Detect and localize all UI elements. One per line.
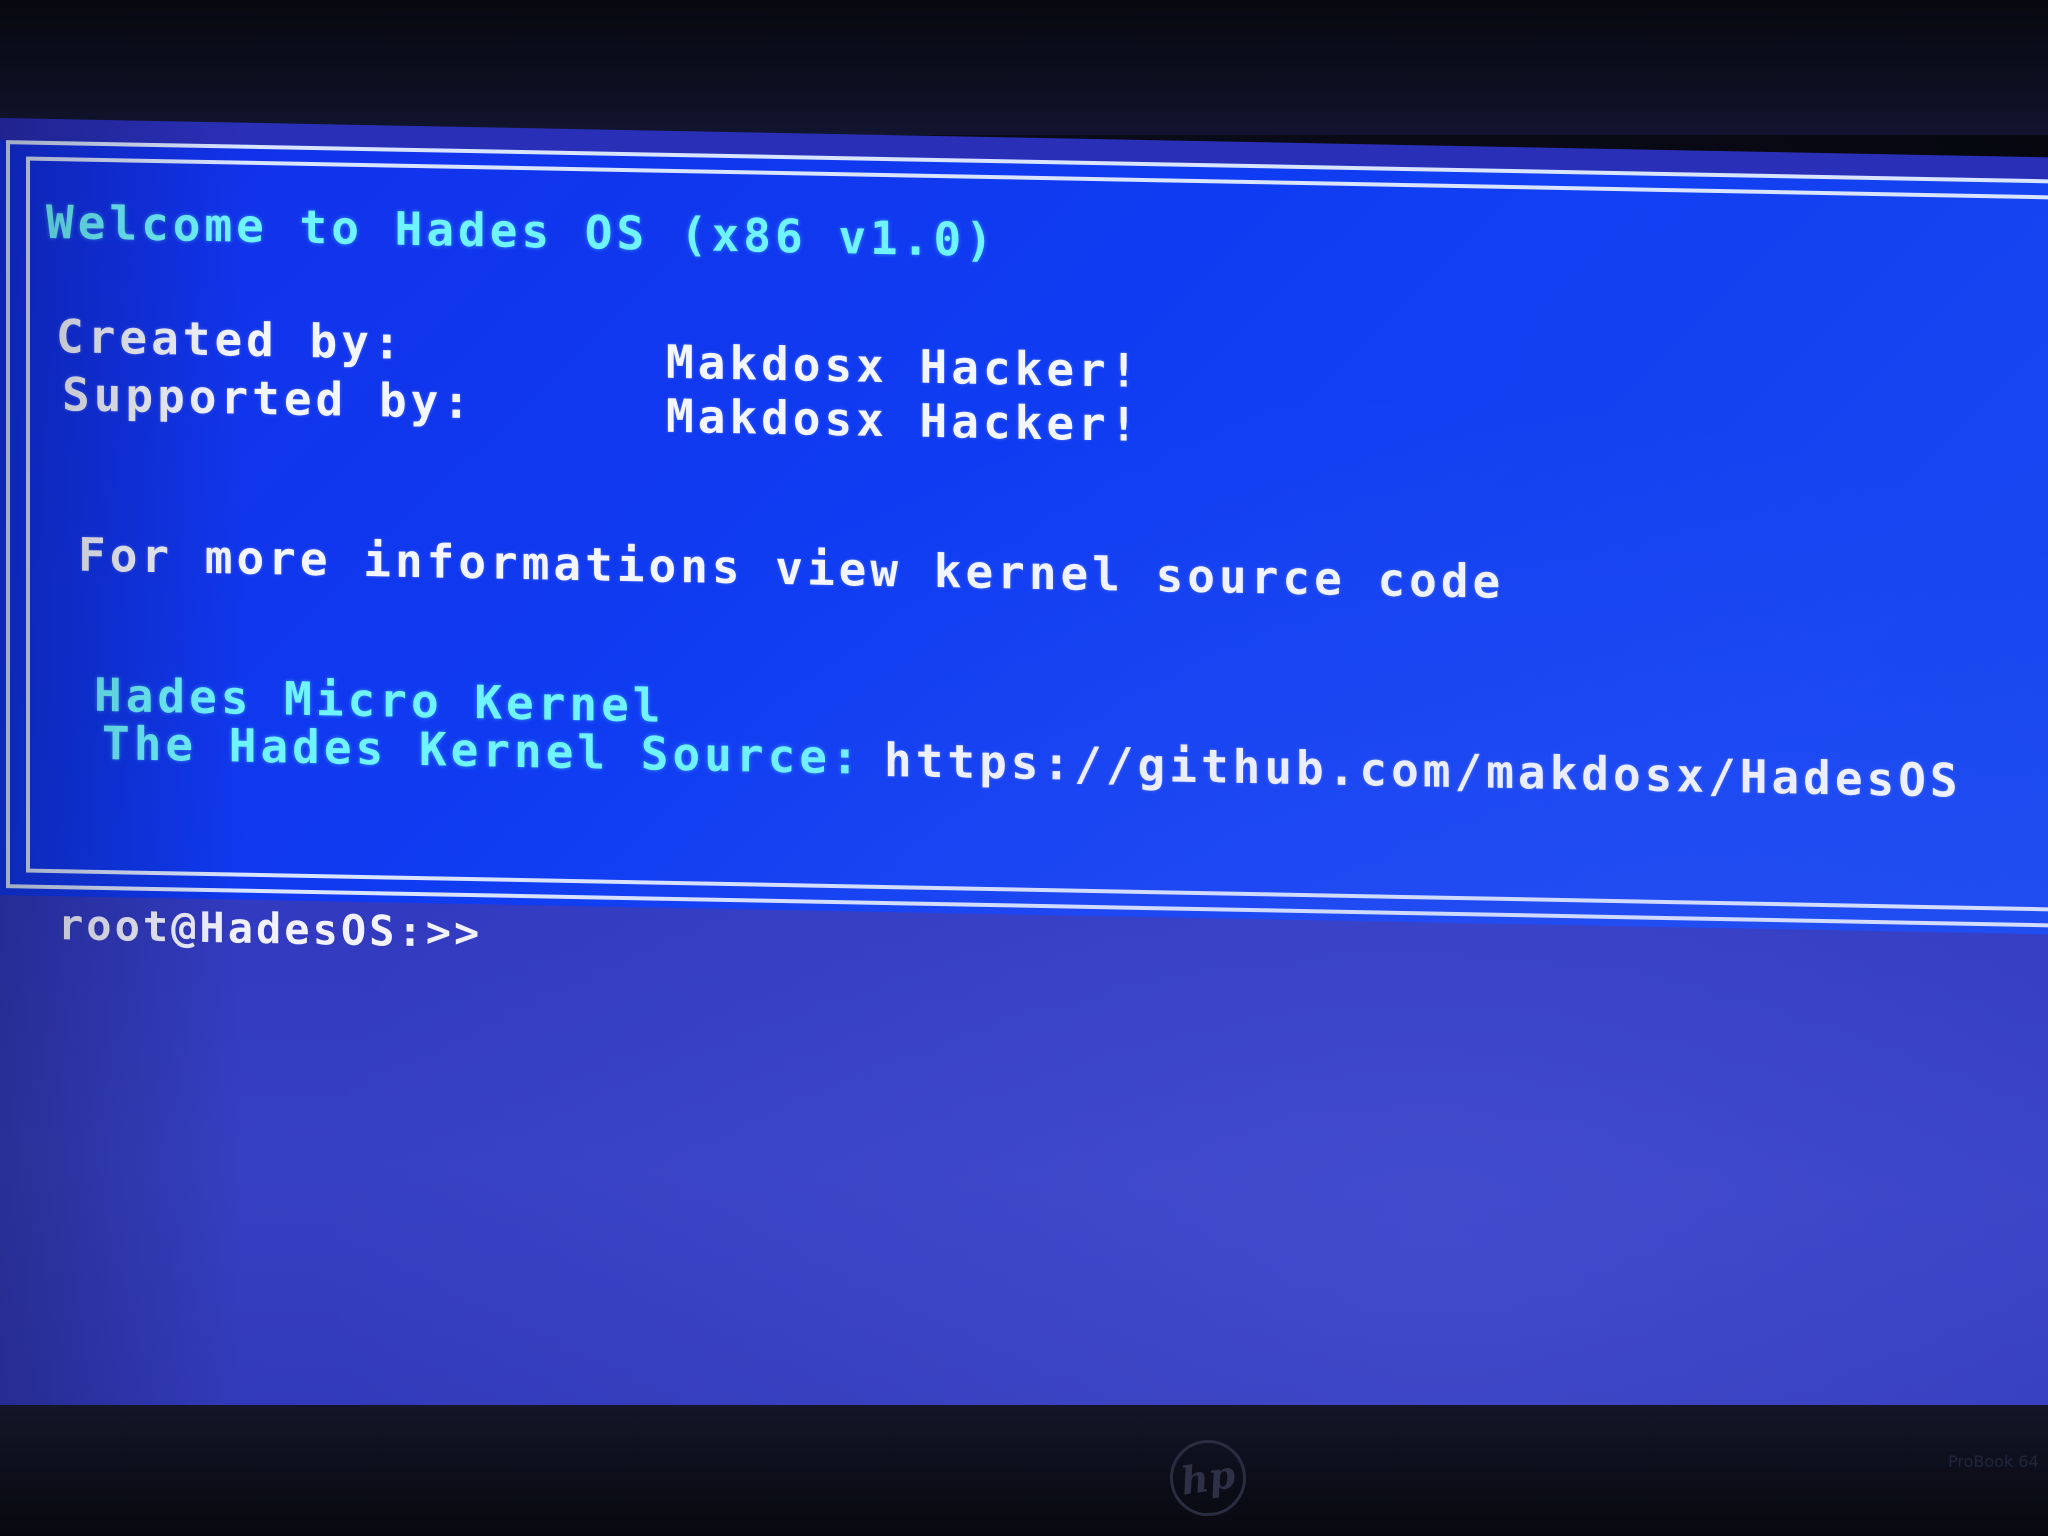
text-cursor [488, 941, 510, 947]
photo: Welcome to Hades OS (x86 v1.0) Created b… [0, 0, 2048, 1536]
supported-by-label: Supported by: [62, 367, 475, 430]
model-label: ProBook 64 [1948, 1452, 2039, 1471]
laptop-bezel-top [0, 0, 2048, 135]
laptop-bezel-bottom [0, 1405, 2048, 1536]
supported-by-value: Makdosx Hacker! [666, 388, 1142, 452]
kernel-source-label: The Hades Kernel Source: [102, 715, 863, 785]
welcome-banner: Welcome to Hades OS (x86 v1.0) Created b… [0, 140, 2048, 935]
console-screen: Welcome to Hades OS (x86 v1.0) Created b… [0, 118, 2048, 1458]
terminal-prompt-line[interactable]: root@HadesOS:>> [58, 900, 510, 957]
terminal-prompt: root@HadesOS:>> [58, 900, 483, 958]
created-by-label: Created by: [56, 309, 405, 370]
created-by-value: Makdosx Hacker! [666, 334, 1142, 398]
